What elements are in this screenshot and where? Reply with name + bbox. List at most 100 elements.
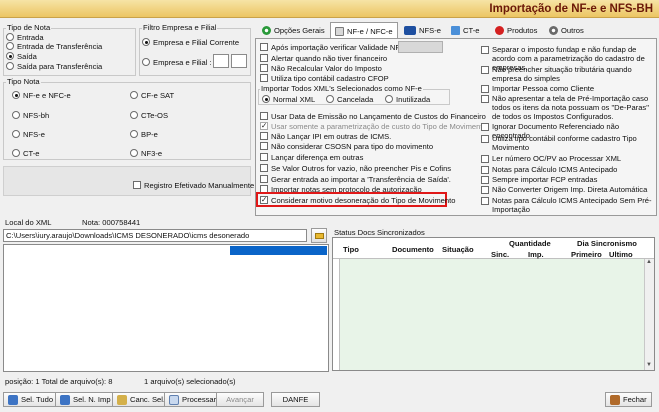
col-header-documento: Documento xyxy=(392,245,434,254)
option-alertar-financeiro[interactable]: Alertar quando não tiver financeiro xyxy=(260,53,387,63)
checkbox-icon xyxy=(481,46,489,54)
option-nao-converter-origem[interactable]: Não Converter Origem Imp. Direta Automát… xyxy=(481,185,653,194)
filial-input[interactable] xyxy=(231,54,247,68)
col-header-situacao: Situação xyxy=(442,245,474,254)
tipo-nf3-e[interactable]: NF3-e xyxy=(130,148,162,158)
radio-icon xyxy=(12,130,20,138)
import-cancelada[interactable]: Cancelada xyxy=(326,94,373,104)
option-tipo-contabil-cfop[interactable]: Utiliza tipo contábil cadastro CFOP xyxy=(260,73,389,83)
tab-opcoes-gerais[interactable]: Opções Gerais xyxy=(258,22,329,38)
advance-button[interactable]: Avançar xyxy=(216,392,264,407)
option-nao-apresentar-pre-importacao[interactable]: Não apresentar a tela de Pré-Importação … xyxy=(481,94,653,121)
scroll-down-icon[interactable]: ▼ xyxy=(646,362,652,368)
radio-icon xyxy=(130,91,138,99)
filtro-empresa-label: Filtro Empresa e Filial xyxy=(142,23,218,32)
checkbox-icon xyxy=(481,85,489,93)
cog-icon xyxy=(549,25,558,35)
status-grid-scrollbar[interactable] xyxy=(644,259,654,370)
file-list-selected-row[interactable] xyxy=(230,246,327,255)
status-grid-indicator-col xyxy=(333,259,340,370)
tipo-nota-saida[interactable]: Saída xyxy=(6,51,37,61)
checkbox-icon xyxy=(260,153,268,161)
tab-nfe-nfce[interactable]: NF-e / NFC-e xyxy=(330,22,398,39)
col-header-ultimo: Ultimo xyxy=(609,250,633,259)
tipo-nfe-nfce[interactable]: NF-e e NFC-e xyxy=(12,90,71,100)
close-door-icon xyxy=(610,394,620,405)
nota-number: Nota: 000758441 xyxy=(82,218,141,227)
option-data-emissao[interactable]: Usar Data de Emissão no Lançamento de Cu… xyxy=(260,111,486,121)
process-button[interactable]: Processar xyxy=(164,392,222,407)
process-icon xyxy=(169,394,179,405)
option-gerar-entrada-transferencia[interactable]: Gerar entrada ao importar a 'Transferênc… xyxy=(260,174,451,184)
import-inutilizada[interactable]: Inutilizada xyxy=(385,94,430,104)
option-nao-preencher-situacao[interactable]: Não preencher situação tributária quando… xyxy=(481,65,653,83)
option-valor-outros-vazio[interactable]: Se Valor Outros for vazio, não preencher… xyxy=(260,163,451,173)
option-lancar-diferenca[interactable]: Lançar diferença em outras xyxy=(260,152,363,162)
col-header-quantidade: Quantidade xyxy=(509,239,551,248)
checkbox-checked-icon xyxy=(260,195,268,205)
checkbox-icon xyxy=(260,142,268,150)
local-xml-label: Local do XML xyxy=(5,218,52,227)
option-nao-considerar-csosn[interactable]: Não considerar CSOSN para tipo do movime… xyxy=(260,141,433,151)
tipo-nota-entrada-transferencia[interactable]: Entrada de Transferência xyxy=(6,41,102,51)
xml-path-input[interactable]: C:\Users\iury.araujo\Downloads\ICMS DESO… xyxy=(3,229,307,242)
option-nao-lancar-ipi[interactable]: Não Lançar IPI em outras de ICMS. xyxy=(260,131,391,141)
filtro-empresa-filial[interactable]: Empresa e Filial : xyxy=(142,57,212,67)
danfe-button[interactable]: DANFE xyxy=(271,392,320,407)
checkbox-icon xyxy=(481,66,489,74)
radio-icon xyxy=(12,149,20,157)
radio-icon xyxy=(12,111,20,119)
radio-icon xyxy=(385,95,393,103)
option-tipo-contabil-movimento[interactable]: Utiliza tipo contábil conforme cadastro … xyxy=(481,134,653,152)
option-motivo-desoneracao[interactable]: Considerar motivo desoneração do Tipo de… xyxy=(260,195,455,205)
empresa-input[interactable] xyxy=(213,54,229,68)
tipo-cte-os[interactable]: CTe-OS xyxy=(130,110,168,120)
scroll-up-icon[interactable]: ▲ xyxy=(646,259,652,265)
select-not-imported-button[interactable]: Sel. N. Imp xyxy=(55,392,116,407)
tipo-nota2-label: Tipo Nota xyxy=(6,77,41,86)
col-header-primeiro: Primeiro xyxy=(571,250,602,259)
radio-icon xyxy=(326,95,334,103)
cancel-selection-button[interactable]: Canc. Sel. xyxy=(112,392,171,407)
close-button[interactable]: Fechar xyxy=(605,392,652,407)
file-list[interactable] xyxy=(3,244,329,372)
import-as-label: Importar Todos XML's Selecionados como N… xyxy=(260,84,423,93)
tipo-nfs-e[interactable]: NFS-e xyxy=(12,129,45,139)
status-docs-label: Status Docs Sincronizados xyxy=(334,228,425,237)
checkbox-icon xyxy=(133,181,141,189)
option-ler-oc-pv[interactable]: Ler número OC/PV ao Processar XML xyxy=(481,154,653,163)
filtro-empresa-corrente[interactable]: Empresa e Filial Corrente xyxy=(142,37,239,47)
service-icon xyxy=(404,25,416,35)
checkbox-icon xyxy=(260,64,268,72)
tab-ct-e[interactable]: CT-e xyxy=(447,22,483,38)
col-header-imp: Imp. xyxy=(528,250,544,259)
col-header-dia-sincronismo: Dia Sincronismo xyxy=(577,239,637,248)
tab-outros[interactable]: Outros xyxy=(545,22,588,38)
checkbox-icon xyxy=(481,95,489,103)
gear-icon xyxy=(262,25,271,35)
import-normal-xml[interactable]: Normal XML xyxy=(262,94,315,104)
option-parametrizacao-custo[interactable]: Usar somente a parametrização de custo d… xyxy=(260,121,487,131)
select-all-button[interactable]: Sel. Tudo xyxy=(3,392,59,407)
tipo-ct-e[interactable]: CT-e xyxy=(12,148,39,158)
product-icon xyxy=(495,25,504,35)
tipo-bp-e[interactable]: BP-e xyxy=(130,129,158,139)
option-icms-antecipado-sem-pre[interactable]: Notas para Cálculo ICMS Antecipado Sem P… xyxy=(481,196,653,214)
option-importar-pessoa[interactable]: Importar Pessoa como Cliente xyxy=(481,84,653,93)
folder-browse-button[interactable] xyxy=(311,228,327,243)
option-importar-fcp[interactable]: Sempre importar FCP entradas xyxy=(481,175,653,184)
option-verificar-validade[interactable]: Após importação verificar Validade NF-e xyxy=(260,42,407,52)
validade-dropdown[interactable] xyxy=(398,41,443,53)
tab-produtos[interactable]: Produtos xyxy=(491,22,541,38)
select-all-icon xyxy=(8,394,18,405)
checkbox-icon xyxy=(260,175,268,183)
option-nao-recalcular[interactable]: Não Recalcular Valor do Imposto xyxy=(260,63,382,73)
checkbox-icon xyxy=(260,74,268,82)
checkbox-icon xyxy=(481,197,489,205)
tipo-nfs-bh[interactable]: NFS-bh xyxy=(12,110,49,120)
option-icms-antecipado[interactable]: Notas para Cálculo ICMS Antecipado xyxy=(481,165,653,174)
tab-nfs-e[interactable]: NFS-e xyxy=(400,22,445,38)
registro-efetivado-checkbox[interactable]: Registro Efetivado Manualmente xyxy=(133,180,254,190)
tipo-nota-saida-transferencia[interactable]: Saída para Transferência xyxy=(6,61,102,71)
tipo-cfe-sat[interactable]: CF-e SAT xyxy=(130,90,174,100)
